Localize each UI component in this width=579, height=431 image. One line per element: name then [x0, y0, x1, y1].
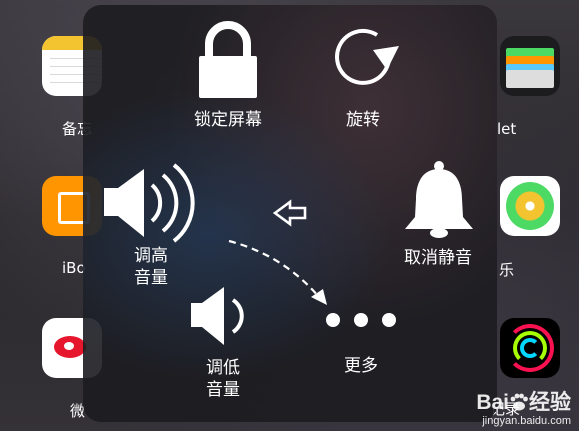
watermark-brand: Bai 经验 [476, 391, 571, 415]
unmute-label: 取消静音 [404, 248, 472, 268]
watermark-url: jingyan.baidu.com [482, 415, 571, 427]
watermark-brand-right: 经验 [529, 391, 571, 414]
more-button[interactable]: 更多 [321, 300, 401, 385]
rotate-label: 旋转 [346, 110, 380, 130]
rotate-button[interactable]: 旋转 [313, 20, 413, 135]
watermark-brand-left: Bai [476, 391, 509, 414]
music-app-label: 乐 [499, 261, 515, 279]
activity-app-icon[interactable] [500, 318, 560, 378]
more-label: 更多 [344, 356, 378, 376]
more-dots-icon [326, 313, 396, 327]
lock-screen-button[interactable]: 锁定屏幕 [173, 20, 283, 135]
lock-screen-label: 锁定屏幕 [194, 110, 262, 130]
rotate-icon [335, 28, 399, 85]
baidu-jingyan-watermark: Bai 经验 jingyan.baidu.com [476, 391, 571, 428]
volume-down-label: 调低 音量 [183, 357, 263, 401]
back-arrow-icon [272, 199, 307, 227]
volume-up-button[interactable]: 调高 音量 [98, 155, 208, 295]
unmute-button[interactable]: 取消静音 [383, 155, 493, 280]
wallet-app-label: let [497, 120, 517, 138]
volume-up-label-line2: 音量 [134, 268, 168, 288]
music-app-icon[interactable] [500, 176, 560, 236]
back-button[interactable] [268, 195, 316, 233]
annotation-dashed-arrow [228, 239, 327, 305]
volume-up-label: 调高 音量 [106, 245, 196, 289]
bell-icon [405, 161, 473, 238]
lock-icon [199, 21, 257, 98]
volume-down-label-line1: 调低 [206, 358, 240, 378]
wallet-app-icon[interactable] [500, 36, 560, 96]
assistive-touch-device-menu: 锁定屏幕 旋转 调高 音量 取消静音 调低 音量 更多 [83, 5, 497, 422]
volume-up-icon [104, 163, 195, 243]
paw-icon [510, 393, 528, 411]
home-screen-background: 备忘 iBo 微 let 乐 记录 锁定屏幕 旋转 调高 音量 取消静音 调低 … [0, 0, 579, 431]
volume-down-label-line2: 音量 [206, 380, 240, 400]
volume-up-label-line1: 调高 [134, 246, 168, 266]
